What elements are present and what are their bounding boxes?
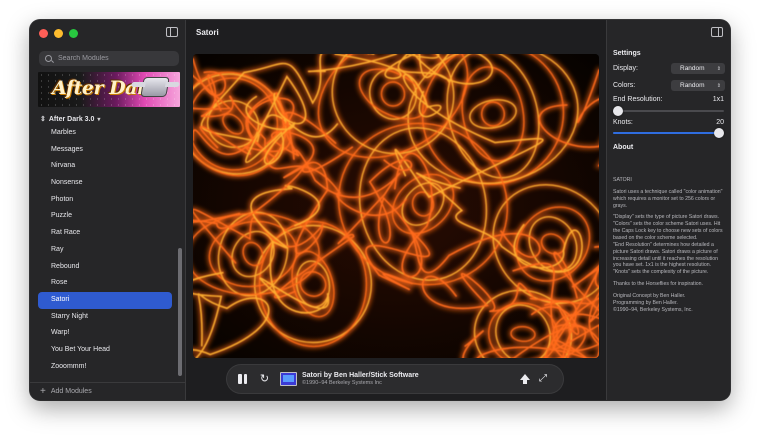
module-item[interactable]: Nonsense [38, 175, 172, 192]
about-text: SATORI Satori uses a technique called "co… [613, 177, 727, 319]
pause-icon[interactable] [238, 374, 248, 384]
now-playing-copyright: ©1990–94 Berkeley Systems Inc [302, 380, 382, 386]
updown-chevron-icon: ⇕ [40, 116, 46, 123]
fullscreen-expand-icon[interactable]: ⤢ [539, 374, 549, 384]
about-paragraph: "Display" sets the type of picture Sator… [613, 214, 723, 276]
colors-label: Colors: [613, 82, 636, 89]
updown-chevron-icon: ⇕ [716, 65, 721, 72]
module-item[interactable]: Rat Race [38, 225, 172, 242]
share-icon[interactable] [520, 373, 530, 385]
satori-pattern [193, 54, 599, 358]
search-icon [45, 54, 53, 63]
display-select[interactable]: Random ⇕ [671, 63, 725, 74]
knots-value: 20 [716, 119, 724, 126]
window-controls [39, 29, 78, 38]
reload-icon[interactable]: ↻ [259, 373, 270, 385]
module-item[interactable]: Ray [38, 242, 172, 259]
about-heading: About [613, 144, 634, 151]
flying-toaster-icon [140, 77, 170, 97]
now-playing-title: Satori by Ben Haller/Stick Software [302, 372, 419, 379]
about-paragraph: Original Concept by Ben Haller. Programm… [613, 293, 693, 313]
add-modules-label: Add Modules [50, 388, 92, 395]
colors-value: Random [680, 82, 705, 89]
module-thumbnail [280, 372, 297, 386]
module-item[interactable]: You Bet Your Head [38, 342, 172, 359]
plus-icon: + [40, 385, 46, 397]
about-paragraph: SATORI [613, 177, 632, 183]
module-item[interactable]: Zooommm! [38, 359, 172, 376]
module-item[interactable]: Satori [38, 291, 172, 309]
knots-label: Knots: [613, 119, 633, 126]
module-item[interactable]: Photon [38, 192, 172, 209]
screensaver-preview[interactable] [193, 54, 599, 358]
app-window: After Dark ⇕ After Dark 3.0 ▾ MarblesMes… [30, 20, 730, 400]
page-title: Satori [196, 28, 219, 37]
updown-chevron-icon: ⇕ [716, 82, 721, 89]
sidebar-scrollbar[interactable] [178, 248, 182, 376]
module-item[interactable]: Warp! [38, 325, 172, 342]
settings-panel: Settings Display: Random ⇕ Colors: Rando… [606, 20, 730, 400]
module-item[interactable]: Rose [38, 275, 172, 292]
about-paragraph: Satori uses a technique called "color an… [613, 188, 723, 209]
playback-controls: ↻ Satori by Ben Haller/Stick Software ©1… [227, 365, 563, 393]
zoom-window-button[interactable] [69, 29, 78, 38]
display-label: Display: [613, 65, 638, 72]
slider-knob[interactable] [613, 106, 623, 116]
version-label: After Dark 3.0 [48, 115, 95, 123]
module-list: Marbles Messages Nirvana Nonsense Photon Puzz… [38, 125, 172, 375]
version-selector[interactable]: ⇕ After Dark 3.0 ▾ [40, 115, 101, 124]
minimize-window-button[interactable] [54, 29, 63, 38]
close-window-button[interactable] [39, 29, 48, 38]
module-item[interactable]: Messages [38, 142, 172, 159]
knots-slider[interactable] [613, 128, 724, 138]
sidebar-toggle-icon[interactable] [166, 27, 178, 37]
settings-heading: Settings [613, 50, 641, 57]
search-input[interactable] [58, 55, 178, 62]
end-resolution-slider[interactable] [613, 106, 724, 116]
module-item[interactable]: Puzzle [38, 208, 172, 225]
end-resolution-label: End Resolution: [613, 96, 663, 103]
module-item[interactable]: Rebound [38, 259, 172, 276]
add-modules-button[interactable]: + Add Modules [30, 382, 186, 400]
chevron-down-icon: ▾ [97, 116, 101, 123]
colors-select[interactable]: Random ⇕ [671, 80, 725, 91]
inspector-toggle-icon[interactable] [711, 27, 723, 37]
about-paragraph: Thanks to the Horseflies for inspiration… [613, 281, 703, 288]
slider-knob[interactable] [714, 128, 724, 138]
now-playing: Satori by Ben Haller/Stick Software ©199… [302, 372, 419, 386]
after-dark-logo: After Dark [38, 72, 180, 107]
sidebar: After Dark ⇕ After Dark 3.0 ▾ MarblesMes… [30, 20, 186, 400]
module-item[interactable]: Marbles [38, 125, 172, 142]
main-area: Satori ↻ Satori by Ben Haller/Stick Soft… [186, 20, 606, 400]
display-value: Random [680, 65, 705, 72]
end-resolution-value: 1x1 [712, 96, 724, 103]
module-item[interactable]: Nirvana [38, 158, 172, 175]
search-field[interactable] [39, 51, 179, 66]
module-item[interactable]: Starry Night [38, 309, 172, 326]
